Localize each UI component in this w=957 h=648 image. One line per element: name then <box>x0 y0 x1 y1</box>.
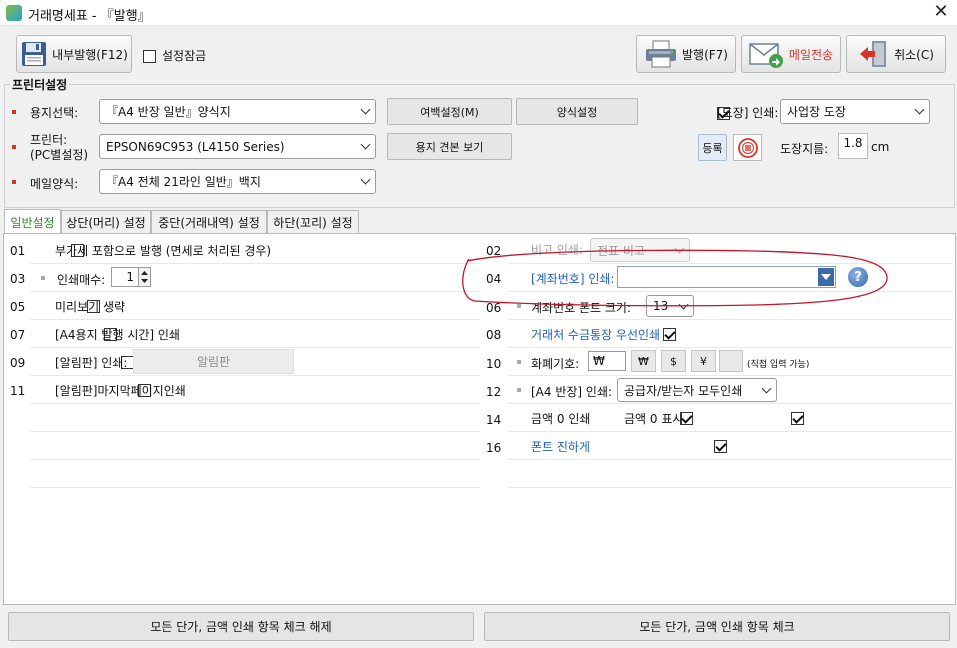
skip-preview-label: 미리보기 생략 <box>55 300 126 314</box>
required-marker <box>12 110 16 114</box>
seal-stamp-icon <box>737 137 758 158</box>
zero-amount-show-checkbox[interactable] <box>791 412 805 425</box>
chevron-down-icon <box>360 139 371 150</box>
currency-won-button[interactable]: ₩ <box>631 350 656 372</box>
chevron-down-icon <box>914 104 925 115</box>
a4-half-print-select[interactable]: 공급자/받는자 모두인쇄 <box>617 378 777 402</box>
option-number: 10 <box>486 357 502 371</box>
cancel-label: 취소(C) <box>894 47 934 62</box>
tab-header[interactable]: 상단(머리) 설정 <box>61 210 151 233</box>
email-send-label: 메일전송 <box>788 47 834 62</box>
paper-label: 용지선택: <box>30 106 79 120</box>
currency-dollar-button[interactable]: $ <box>661 350 686 372</box>
tab-footer[interactable]: 하단(꼬리) 설정 <box>267 210 359 233</box>
tab-middle[interactable]: 중단(거래내역) 설정 <box>151 210 267 233</box>
stamp-preview <box>733 134 762 161</box>
option-number: 07 <box>10 328 26 342</box>
issue-label: 발행(F7) <box>682 47 728 62</box>
notice-last-page-label: [알림판]마지막페이지인쇄 <box>55 384 186 398</box>
currency-note: (직접 입력 가능) <box>747 360 810 370</box>
window-title: 거래명세표 - 『발행』 <box>28 9 151 24</box>
form-settings-button[interactable]: 양식설정 <box>516 98 638 125</box>
floppy-disk-icon <box>22 42 47 66</box>
close-icon[interactable]: ✕ <box>930 2 952 24</box>
app-icon <box>6 5 22 21</box>
exit-door-icon <box>860 41 887 67</box>
mail-form-label: 메일양식: <box>30 177 79 191</box>
stamp-select[interactable]: 사업장 도장 <box>780 99 930 124</box>
uncheck-all-button[interactable]: 모든 단가, 금액 인쇄 항목 체크 해제 <box>8 612 474 641</box>
stamp-size-label: 도장지름: <box>780 142 829 156</box>
option-number: 11 <box>10 384 26 398</box>
print-copies-label: 인쇄매수: <box>57 273 106 287</box>
margin-settings-button[interactable]: 여백설정(M) <box>387 98 512 125</box>
bold-font-checkbox[interactable] <box>713 440 727 453</box>
cancel-button[interactable]: 취소(C) <box>846 35 946 73</box>
option-number: 14 <box>486 413 502 427</box>
internal-issue-label: 내부발행(F12) <box>52 47 128 62</box>
chevron-down-icon <box>360 174 371 185</box>
email-send-button[interactable]: 메일전송 <box>741 35 841 73</box>
currency-yen-button[interactable]: ¥ <box>691 350 716 372</box>
option-number: 01 <box>10 244 26 258</box>
envelope-send-icon <box>749 43 783 68</box>
option-number: 08 <box>486 328 502 342</box>
option-number: 16 <box>486 441 502 455</box>
bold-font-label: 폰트 진하게 <box>531 440 591 454</box>
stamp-size-unit: cm <box>871 140 890 154</box>
required-marker <box>12 180 16 184</box>
option-number: 09 <box>10 356 26 370</box>
mail-form-select-value: 『A4 전체 21라인 일반』백지 <box>106 175 261 189</box>
printer-settings-title: 프린터설정 <box>10 76 70 93</box>
currency-custom-button[interactable] <box>719 350 743 372</box>
printer-select-value: EPSON69C953 (L4150 Series) <box>106 139 285 154</box>
print-copies-input[interactable]: 1 <box>111 267 139 287</box>
customer-bank-priority-label: 거래처 수금통장 우선인쇄 <box>531 328 661 342</box>
a4-half-print-value: 공급자/받는자 모두인쇄 <box>624 383 743 398</box>
spin-arrows-icon <box>141 271 148 283</box>
stamp-select-value: 사업장 도장 <box>787 105 847 119</box>
print-copies-spinner[interactable] <box>138 267 151 287</box>
printer-sublabel: (PC별설정) <box>30 148 89 162</box>
stamp-size-input[interactable]: 1.8 <box>838 133 868 159</box>
issue-time-label: [A4용지 발행 시간] 인쇄 <box>55 328 180 342</box>
customer-bank-priority-checkbox[interactable] <box>663 328 677 341</box>
paper-select-value: 『A4 반장 일반』양식지 <box>106 105 231 119</box>
vat-include-label: 부가세 포함으로 발행 (면세로 처리된 경우) <box>55 244 272 258</box>
zero-amount-show-label: 금액 0 표시 <box>624 412 684 426</box>
option-number: 05 <box>10 300 26 314</box>
a4-half-print-label: [A4 반장] 인쇄: <box>531 385 613 399</box>
stamp-print-label: [도장] 인쇄: <box>717 106 779 120</box>
check-all-button[interactable]: 모든 단가, 금액 인쇄 항목 체크 <box>484 612 950 641</box>
mail-form-select[interactable]: 『A4 전체 21라인 일반』백지 <box>99 169 376 194</box>
annotation-ellipse <box>462 249 888 307</box>
required-marker <box>12 145 16 149</box>
settings-lock-label: 설정잠금 <box>162 49 207 63</box>
issue-button[interactable]: 발행(F7) <box>636 35 736 73</box>
paper-sample-button[interactable]: 용지 견본 보기 <box>387 133 512 160</box>
notice-board-label: [알림판] 인쇄: <box>55 356 128 370</box>
paper-select[interactable]: 『A4 반장 일반』양식지 <box>99 99 376 124</box>
stamp-register-button[interactable]: 등록 <box>698 134 727 161</box>
option-number: 12 <box>486 385 502 399</box>
chevron-down-icon <box>761 383 772 394</box>
printer-icon <box>646 40 676 68</box>
settings-lock-checkbox[interactable] <box>143 50 156 63</box>
tab-general[interactable]: 일반설정 <box>4 209 61 234</box>
zero-amount-print-label: 금액 0 인쇄 <box>531 412 591 426</box>
currency-symbol-label: 화폐기호: <box>531 357 580 371</box>
notice-board-button[interactable]: 알림판 <box>133 349 294 374</box>
printer-select[interactable]: EPSON69C953 (L4150 Series) <box>99 134 376 159</box>
currency-symbol-input[interactable]: ₩ <box>588 351 626 371</box>
chevron-down-icon <box>360 104 371 115</box>
option-number: 03 <box>10 272 26 286</box>
internal-issue-button[interactable]: 내부발행(F12) <box>16 35 132 73</box>
